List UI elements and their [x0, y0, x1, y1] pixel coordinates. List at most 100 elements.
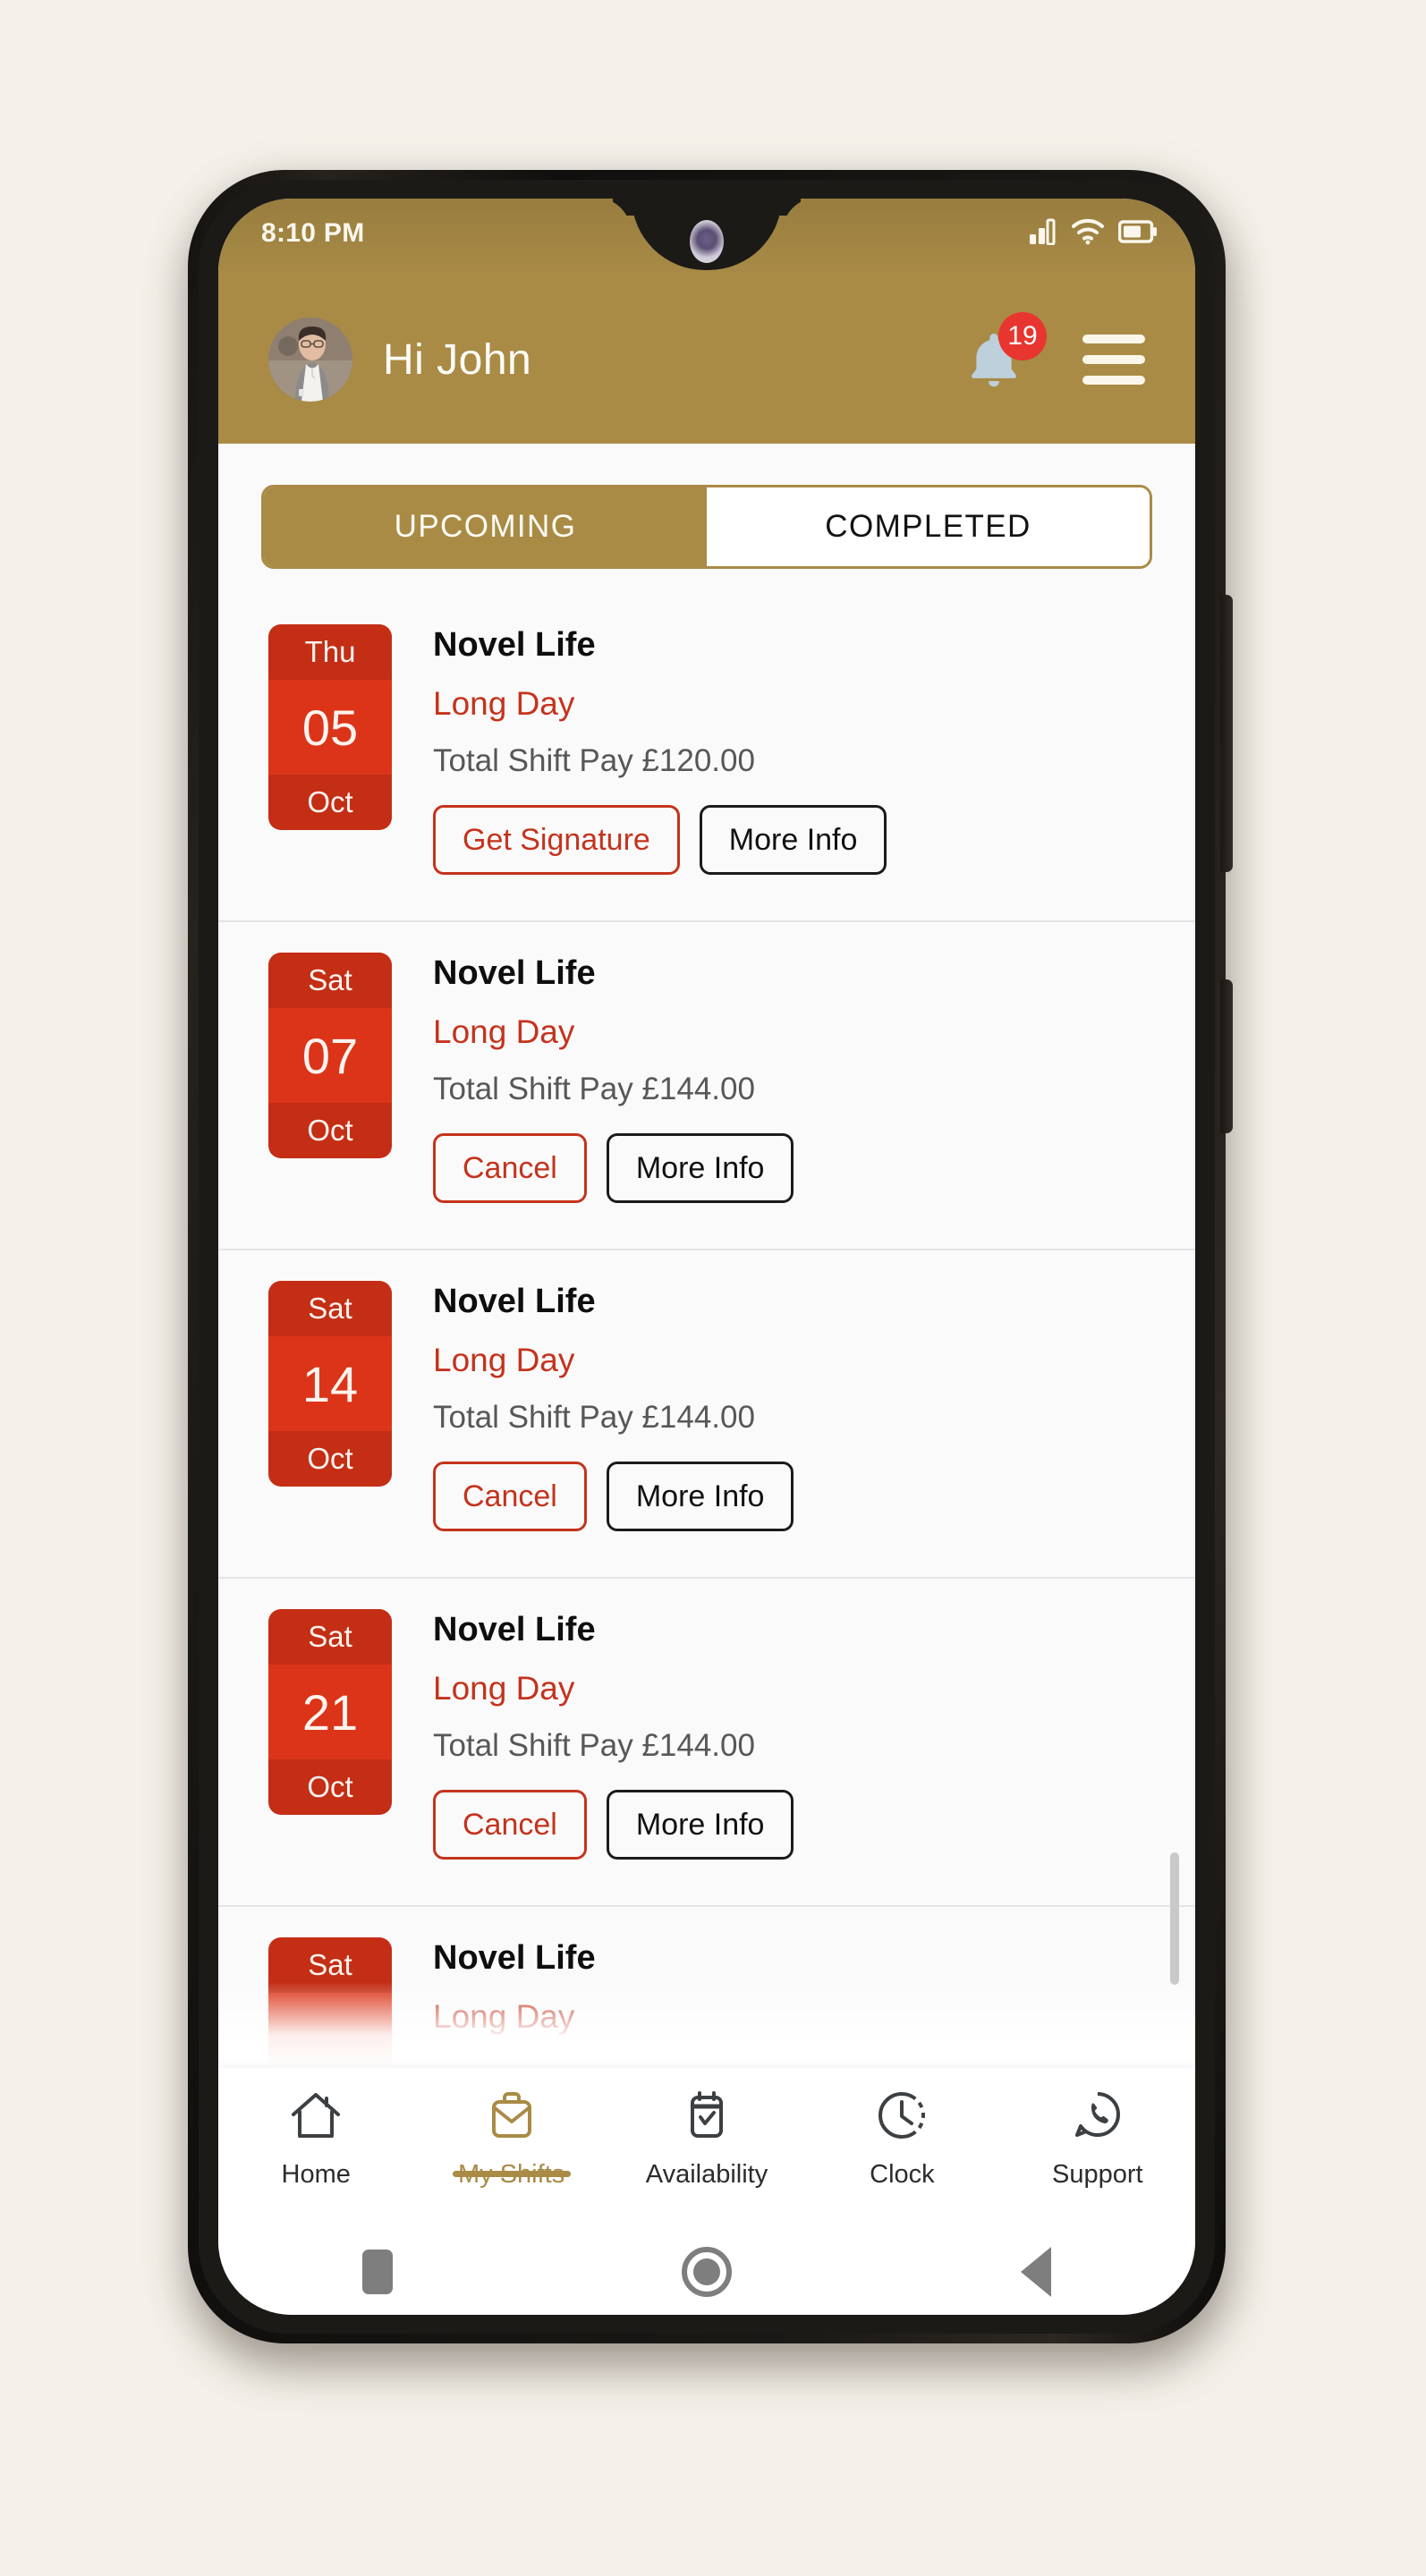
shift-pay: Total Shift Pay £120.00	[433, 743, 755, 778]
shift-day-number: 05	[301, 699, 359, 756]
shift-date-chip: Sat 07 Oct	[268, 953, 392, 1158]
shift-month: Oct	[268, 1431, 392, 1487]
bottom-navigation: Home My Shifts	[218, 2068, 1195, 2229]
shift-card[interactable]: Sat 21 Oct Novel Life Long Day Total Shi…	[218, 1579, 1195, 1907]
shift-type: Long Day	[433, 1998, 575, 2035]
tab-completed[interactable]: COMPLETED	[707, 487, 1150, 566]
nav-label: Support	[1052, 2160, 1143, 2189]
shift-card[interactable]: Sat 07 Oct Novel Life Long Day Total Shi…	[218, 922, 1195, 1250]
cancel-button[interactable]: Cancel	[433, 1790, 587, 1860]
shift-day-of-week: Sat	[268, 1937, 392, 1993]
recents-button[interactable]	[362, 2250, 394, 2294]
more-info-button[interactable]: More Info	[606, 1790, 794, 1860]
greeting-text: Hi John	[383, 335, 532, 384]
shift-list[interactable]: Thu 05 Oct Novel Life Long Day Total Shi…	[218, 594, 1195, 2068]
tab-upcoming[interactable]: UPCOMING	[264, 487, 707, 566]
avatar[interactable]	[268, 318, 352, 402]
status-bar: 8:10 PM	[218, 199, 1195, 275]
shift-month: Oct	[268, 1759, 392, 1815]
shift-details: Novel Life Long Day Total Shift Pay £144…	[433, 956, 1195, 1203]
nav-item-my-shifts[interactable]: My Shifts	[413, 2068, 608, 2190]
shift-client-name: Novel Life	[433, 1283, 596, 1320]
shift-date-chip: Sat 21 Oct	[268, 1609, 392, 1815]
hamburger-line	[1082, 376, 1145, 385]
shift-card[interactable]: Thu 05 Oct Novel Life Long Day Total Shi…	[218, 594, 1195, 922]
back-button[interactable]	[1020, 2247, 1051, 2297]
more-info-button[interactable]: More Info	[606, 1462, 794, 1531]
shift-actions: Get Signature More Info	[433, 805, 1159, 875]
nav-active-indicator	[452, 2171, 571, 2177]
shift-card[interactable]: Sat Novel Life Long Day	[218, 1907, 1195, 2068]
get-signature-button[interactable]: Get Signature	[433, 805, 680, 875]
home-button[interactable]	[681, 2247, 732, 2297]
nav-item-clock[interactable]: Clock	[804, 2068, 999, 2190]
hamburger-line	[1082, 355, 1145, 364]
shift-actions: Cancel More Info	[433, 1133, 1159, 1203]
shift-details: Novel Life Long Day Total Shift Pay £144…	[433, 1613, 1195, 1860]
hamburger-line	[1082, 335, 1145, 343]
shift-day-number: 07	[301, 1027, 359, 1084]
wifi-icon	[1072, 218, 1104, 250]
shift-month: Oct	[268, 1103, 392, 1158]
cancel-button[interactable]: Cancel	[433, 1462, 587, 1531]
nav-item-home[interactable]: Home	[218, 2068, 413, 2190]
nav-label: Home	[281, 2160, 351, 2189]
nav-label: Availability	[645, 2160, 768, 2189]
more-info-button[interactable]: More Info	[699, 805, 887, 875]
front-camera	[690, 220, 724, 263]
shift-type: Long Day	[433, 1013, 575, 1050]
volume-button[interactable]	[1220, 595, 1233, 872]
shift-type: Long Day	[433, 1342, 575, 1378]
content-area: UPCOMING COMPLETED Thu 05 Oct Novel Life…	[218, 444, 1195, 2068]
more-info-button[interactable]: More Info	[606, 1133, 794, 1203]
hamburger-menu-icon[interactable]	[1082, 335, 1145, 385]
status-bar-clock: 8:10 PM	[261, 218, 365, 248]
shift-client-name: Novel Life	[433, 1939, 596, 1977]
shift-pay: Total Shift Pay £144.00	[433, 1728, 755, 1763]
app-header: Hi John 19	[218, 275, 1195, 444]
battery-icon	[1117, 219, 1158, 249]
nav-item-availability[interactable]: Availability	[609, 2068, 804, 2190]
notification-badge: 19	[998, 312, 1047, 360]
nav-item-support[interactable]: Support	[1000, 2068, 1195, 2190]
shift-type: Long Day	[433, 1670, 575, 1707]
shift-details: Novel Life Long Day Total Shift Pay £120…	[433, 628, 1195, 875]
shift-card[interactable]: Sat 14 Oct Novel Life Long Day Total Shi…	[218, 1250, 1195, 1579]
shift-client-name: Novel Life	[433, 626, 596, 664]
shift-actions: Cancel More Info	[433, 1790, 1159, 1860]
shift-details: Novel Life Long Day	[433, 1941, 1195, 2033]
calendar-check-icon	[679, 2088, 734, 2148]
notifications-button[interactable]: 19	[964, 312, 1047, 393]
shift-client-name: Novel Life	[433, 954, 596, 992]
briefcase-icon	[484, 2088, 539, 2148]
shift-day-of-week: Thu	[268, 624, 392, 680]
shift-day-of-week: Sat	[268, 953, 392, 1008]
whatsapp-icon	[1070, 2088, 1125, 2148]
shift-tabs: UPCOMING COMPLETED	[261, 485, 1152, 569]
shift-day-of-week: Sat	[268, 1281, 392, 1336]
shift-date-chip: Sat	[268, 1937, 392, 2068]
shift-pay: Total Shift Pay £144.00	[433, 1400, 755, 1435]
shift-actions: Cancel More Info	[433, 1462, 1159, 1531]
signal-icon	[1029, 218, 1057, 250]
nav-label: Clock	[870, 2160, 935, 2189]
shift-day-of-week: Sat	[268, 1609, 392, 1665]
home-icon	[288, 2088, 344, 2148]
scrollbar-thumb[interactable]	[1170, 1852, 1179, 1985]
shift-details: Novel Life Long Day Total Shift Pay £144…	[433, 1284, 1195, 1531]
cancel-button[interactable]: Cancel	[433, 1133, 587, 1203]
clock-icon	[874, 2088, 929, 2148]
shift-day-number: 14	[301, 1355, 359, 1412]
scrollbar-track[interactable]	[1170, 594, 1179, 2068]
shift-day-number: 21	[301, 1683, 359, 1741]
shift-client-name: Novel Life	[433, 1611, 596, 1648]
power-button[interactable]	[1220, 979, 1233, 1133]
phone-screen: 8:10 PM Hi John 19 UPCOMING COMPLETED Th…	[218, 199, 1195, 2315]
shift-date-chip: Thu 05 Oct	[268, 624, 392, 830]
device-stage: 8:10 PM Hi John 19 UPCOMING COMPLETED Th…	[0, 0, 1426, 2576]
shift-month: Oct	[268, 775, 392, 830]
display-notch	[632, 199, 782, 270]
android-system-nav	[218, 2229, 1195, 2315]
shift-date-chip: Sat 14 Oct	[268, 1281, 392, 1487]
status-bar-icons	[1029, 218, 1158, 250]
